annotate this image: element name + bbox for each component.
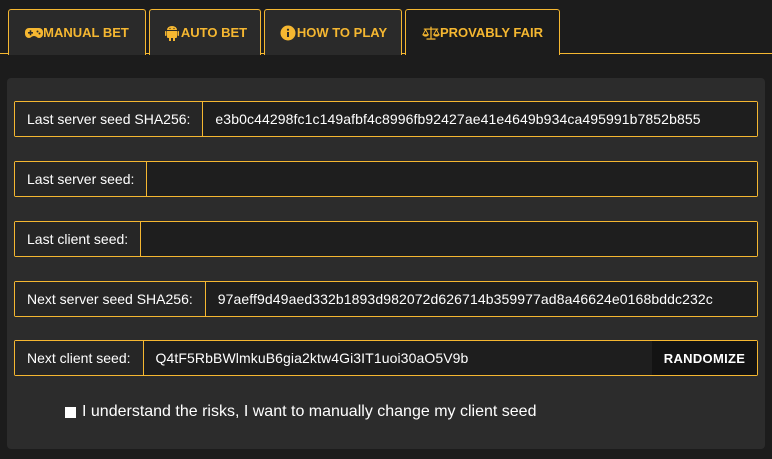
tab-label: AUTO BET: [180, 25, 248, 40]
risk-acknowledgement[interactable]: I understand the risks, I want to manual…: [65, 403, 536, 421]
field-label: Last server seed SHA256:: [15, 102, 204, 136]
tab-provably-fair[interactable]: PROVABLY FAIR: [405, 9, 560, 55]
field-label: Next server seed SHA256:: [15, 282, 206, 316]
next-client-seed-input[interactable]: [143, 341, 652, 375]
risk-checkbox[interactable]: [65, 406, 76, 418]
info-icon: [279, 25, 297, 41]
last-server-seed-field: Last server seed:: [14, 161, 758, 197]
next-client-seed-field: Next client seed: RANDOMIZE: [14, 340, 758, 376]
scales-icon: [422, 25, 440, 41]
tab-label: HOW TO PLAY: [296, 25, 388, 40]
last-server-seed-hash-field: Last server seed SHA256: e3b0c44298fc1c1…: [14, 101, 758, 137]
last-server-seed-hash-value[interactable]: e3b0c44298fc1c149afbf4c8996fb92427ae41e4…: [203, 102, 757, 136]
last-client-seed-value[interactable]: [141, 222, 757, 256]
last-server-seed-value[interactable]: [147, 162, 757, 196]
field-label: Last server seed:: [15, 162, 148, 196]
gamepad-icon: [25, 25, 44, 41]
tab-how-to-play[interactable]: HOW TO PLAY: [264, 9, 402, 55]
android-icon: [163, 25, 181, 41]
tab-bar: MANUAL BET AUTO BET HOW TO PLAY PROVABLY…: [0, 0, 772, 55]
field-label: Next client seed:: [15, 341, 144, 375]
risk-checkbox-label[interactable]: I understand the risks, I want to manual…: [82, 403, 536, 421]
tab-manual-bet[interactable]: MANUAL BET: [8, 9, 146, 55]
tab-label: PROVABLY FAIR: [439, 25, 544, 40]
tab-label: MANUAL BET: [43, 25, 129, 40]
randomize-button[interactable]: RANDOMIZE: [652, 341, 757, 375]
field-label: Last client seed:: [15, 222, 142, 256]
tab-auto-bet[interactable]: AUTO BET: [149, 9, 261, 55]
next-server-seed-hash-value[interactable]: 97aeff9d49aed332b1893d982072d626714b3599…: [205, 282, 757, 316]
last-client-seed-field: Last client seed:: [14, 221, 758, 257]
next-server-seed-hash-field: Next server seed SHA256: 97aeff9d49aed33…: [14, 281, 758, 317]
